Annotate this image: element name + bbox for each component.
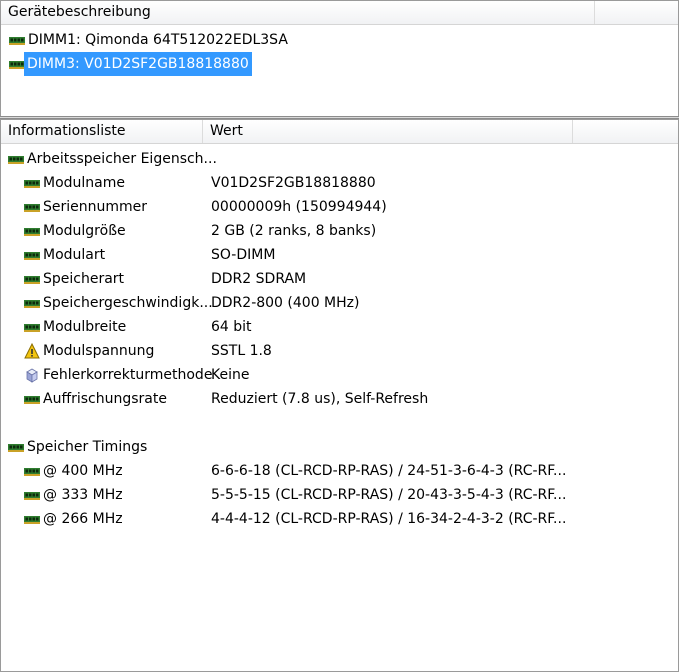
property-value: Reduziert (7.8 us), Self-Refresh xyxy=(211,391,429,407)
memory-icon xyxy=(24,179,40,188)
property-value: SSTL 1.8 xyxy=(211,343,272,359)
list-item[interactable]: @ 333 MHz 5-5-5-15 (CL-RCD-RP-RAS) / 20-… xyxy=(1,483,678,507)
memory-icon xyxy=(24,491,40,500)
property-value: SO-DIMM xyxy=(211,247,276,263)
property-name: @ 333 MHz xyxy=(43,487,123,503)
property-name: Fehlerkorrekturmethode xyxy=(43,367,213,383)
property-value: 00000009h (150994944) xyxy=(211,199,387,215)
property-value: 6-6-6-18 (CL-RCD-RP-RAS) / 24-51-3-6-4-3… xyxy=(211,463,567,479)
group-memory-properties[interactable]: Arbeitsspeicher Eigensch... xyxy=(1,147,678,171)
column-header-label: Informationsliste xyxy=(8,123,126,139)
property-name: Speicherart xyxy=(43,271,125,287)
device-pane-header: Gerätebeschreibung xyxy=(1,1,678,25)
property-name: Modulname xyxy=(43,175,125,191)
list-item[interactable]: Modulgröße 2 GB (2 ranks, 8 banks) xyxy=(1,219,678,243)
device-description-pane[interactable]: Gerätebeschreibung DIMM1: Qimonda 64T512… xyxy=(0,0,679,116)
voltage-warning-icon xyxy=(24,343,40,359)
group-label: Speicher Timings xyxy=(27,439,148,455)
memory-icon xyxy=(8,443,24,452)
list-item[interactable]: Modulart SO-DIMM xyxy=(1,243,678,267)
property-name: @ 400 MHz xyxy=(43,463,123,479)
property-name: Modulbreite xyxy=(43,319,127,335)
memory-icon xyxy=(24,515,40,524)
column-header-device-description[interactable]: Gerätebeschreibung xyxy=(1,1,595,24)
property-value: 5-5-5-15 (CL-RCD-RP-RAS) / 20-43-3-5-4-3… xyxy=(211,487,567,503)
list-item[interactable]: Auffrischungsrate Reduziert (7.8 us), Se… xyxy=(1,387,678,411)
memory-icon xyxy=(8,155,24,164)
list-item[interactable]: Speicherart DDR2 SDRAM xyxy=(1,267,678,291)
property-name: Auffrischungsrate xyxy=(43,391,167,407)
memory-icon xyxy=(9,60,25,69)
column-header-label: Gerätebeschreibung xyxy=(8,4,151,20)
memory-icon xyxy=(24,251,40,260)
information-list-pane[interactable]: Informationsliste Wert Arbeitsspeicher E… xyxy=(0,119,679,672)
property-value: 4-4-4-12 (CL-RCD-RP-RAS) / 16-34-2-4-3-2… xyxy=(211,511,567,527)
column-header-label: Wert xyxy=(210,123,243,139)
group-memory-timings[interactable]: Speicher Timings xyxy=(1,435,678,459)
property-value: DDR2 SDRAM xyxy=(211,271,307,287)
list-item[interactable]: Seriennummer 00000009h (150994944) xyxy=(1,195,678,219)
memory-icon xyxy=(24,299,40,308)
device-item-label: DIMM1: Qimonda 64T512022EDL3SA xyxy=(28,32,288,48)
column-header-information-list[interactable]: Informationsliste xyxy=(1,120,203,143)
property-name: Modulspannung xyxy=(43,343,155,359)
info-pane-header: Informationsliste Wert xyxy=(1,120,678,144)
property-name: Modulgröße xyxy=(43,223,126,239)
memory-icon xyxy=(24,467,40,476)
property-name: Seriennummer xyxy=(43,199,148,215)
property-value: 64 bit xyxy=(211,319,252,335)
column-header-value[interactable]: Wert xyxy=(203,120,573,143)
list-item[interactable]: @ 266 MHz 4-4-4-12 (CL-RCD-RP-RAS) / 16-… xyxy=(1,507,678,531)
list-item[interactable]: Modulspannung SSTL 1.8 xyxy=(1,339,678,363)
list-item[interactable]: Speichergeschwindigk... DDR2-800 (400 MH… xyxy=(1,291,678,315)
memory-icon xyxy=(24,275,40,284)
device-item-label: DIMM3: V01D2SF2GB18818880 xyxy=(24,52,252,76)
ecc-cube-icon xyxy=(24,367,40,383)
property-value: 2 GB (2 ranks, 8 banks) xyxy=(211,223,377,239)
property-name: Modulart xyxy=(43,247,106,263)
list-item[interactable]: Modulbreite 64 bit xyxy=(1,315,678,339)
property-value: V01D2SF2GB18818880 xyxy=(211,175,376,191)
memory-icon xyxy=(24,227,40,236)
list-item[interactable]: @ 400 MHz 6-6-6-18 (CL-RCD-RP-RAS) / 24-… xyxy=(1,459,678,483)
property-name: @ 266 MHz xyxy=(43,511,123,527)
property-value: Keine xyxy=(211,367,250,383)
memory-icon xyxy=(24,323,40,332)
memory-icon xyxy=(24,203,40,212)
group-label: Arbeitsspeicher Eigensch... xyxy=(27,151,217,167)
property-name: Speichergeschwindigk... xyxy=(43,295,213,311)
property-value: DDR2-800 (400 MHz) xyxy=(211,295,360,311)
memory-icon xyxy=(9,36,25,45)
list-item[interactable]: Modulname V01D2SF2GB18818880 xyxy=(1,171,678,195)
list-item[interactable]: Fehlerkorrekturmethode Keine xyxy=(1,363,678,387)
memory-icon xyxy=(24,395,40,404)
